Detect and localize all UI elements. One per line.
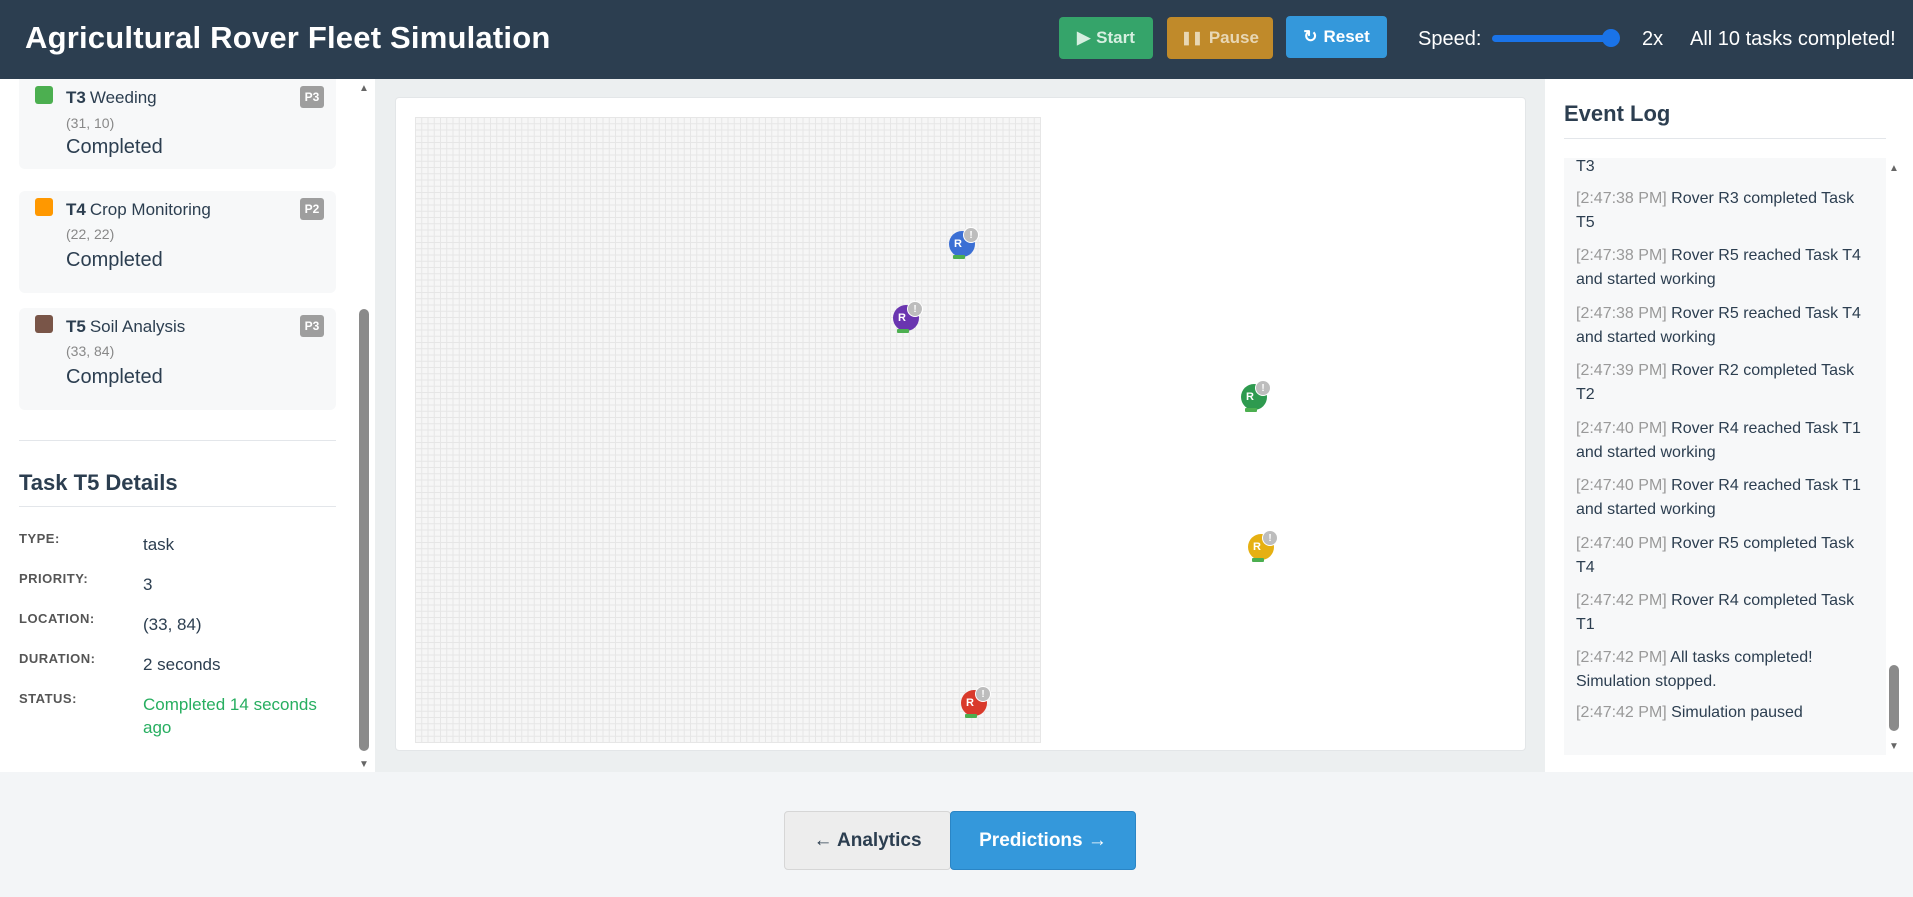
priority-badge: P3 <box>300 315 324 337</box>
event-log-title: Event Log <box>1564 101 1671 126</box>
detail-value-status: Completed 14 seconds ago <box>143 695 317 737</box>
speed-slider-track <box>1492 35 1616 42</box>
start-label: Start <box>1096 28 1135 47</box>
rover-marker[interactable]: R ! <box>893 301 923 333</box>
speed-label: Speed: <box>1418 28 1482 50</box>
task-color-swatch <box>35 315 53 333</box>
log-entry: [2:47:39 PM] Rover R2 completed Task T2 <box>1576 362 1855 403</box>
task-card-t5[interactable]: T5 Soil Analysis (33, 84) Completed P3 <box>19 308 336 410</box>
task-title: T5 Soil Analysis <box>66 317 186 336</box>
event-log-divider <box>1564 138 1886 139</box>
scroll-thumb[interactable] <box>359 309 369 751</box>
log-entry: [2:47:38 PM] Rover R3 completed Task T5 <box>1576 190 1855 231</box>
task-coords: (31, 10) <box>66 115 115 131</box>
pause-icon: ❚❚ <box>1181 30 1203 45</box>
scroll-up-icon[interactable]: ▲ <box>357 83 371 95</box>
event-log-panel: Event Log T3 [2:47:38 PM] Rover R3 compl… <box>1545 79 1913 772</box>
scroll-down-icon[interactable]: ▼ <box>357 759 371 771</box>
detail-value-priority: 3 <box>143 575 153 594</box>
simulation-status: All 10 tasks completed! <box>1690 28 1896 50</box>
pause-label: Pause <box>1208 28 1259 47</box>
detail-label-priority: PRIORITY: <box>19 571 89 586</box>
detail-value-type: task <box>143 535 175 554</box>
section-divider <box>19 440 336 441</box>
field-map: R ! R ! R ! R ! R ! <box>395 97 1526 751</box>
app-title: Agricultural Rover Fleet Simulation <box>25 20 551 55</box>
analytics-nav-button[interactable]: ← Analytics <box>784 811 951 870</box>
detail-label-status: STATUS: <box>19 691 77 706</box>
task-status: Completed <box>66 249 163 271</box>
speed-value: 2x <box>1642 28 1664 50</box>
rover-alert-badge: ! <box>907 301 923 317</box>
task-status: Completed <box>66 366 163 388</box>
log-entry: [2:47:38 PM] Rover R5 reached Task T4 an… <box>1576 247 1861 288</box>
map-panel: R ! R ! R ! R ! R ! <box>375 79 1545 772</box>
rover-marker[interactable]: R ! <box>1248 530 1278 562</box>
event-log-list[interactable]: T3 [2:47:38 PM] Rover R3 completed Task … <box>1564 158 1886 755</box>
rover-alert-badge: ! <box>1262 530 1278 546</box>
detail-label-type: TYPE: <box>19 531 60 546</box>
task-card-t4[interactable]: T4 Crop Monitoring (22, 22) Completed P2 <box>19 191 336 293</box>
log-entry: T3 <box>1576 158 1595 175</box>
task-card-t3[interactable]: T3 Weeding (31, 10) Completed P3 <box>19 79 336 169</box>
predictions-nav-button[interactable]: Predictions → <box>950 811 1136 870</box>
task-coords: (22, 22) <box>66 226 115 242</box>
rover-marker[interactable]: R ! <box>961 686 991 718</box>
rover-battery-bar <box>897 329 909 333</box>
scroll-down-icon[interactable]: ▼ <box>1887 741 1901 753</box>
field-grid[interactable] <box>415 117 1041 743</box>
task-status: Completed <box>66 136 163 158</box>
log-entry: [2:47:40 PM] Rover R4 reached Task T1 an… <box>1576 477 1861 518</box>
play-icon: ▶ <box>1077 28 1091 47</box>
reset-icon: ↻ <box>1303 27 1318 46</box>
task-title: T4 Crop Monitoring <box>66 200 211 219</box>
sidebar-scrollbar[interactable]: ▲ ▼ <box>357 83 371 770</box>
start-button[interactable]: ▶ Start <box>1059 17 1153 59</box>
task-coords: (33, 84) <box>66 343 115 359</box>
rover-battery-bar <box>965 714 977 718</box>
rover-alert-badge: ! <box>975 686 991 702</box>
rover-alert-badge: ! <box>1255 380 1271 396</box>
task-sidebar: T3 Weeding (31, 10) Completed P3 T4 Crop M… <box>0 79 375 772</box>
log-entry: [2:47:38 PM] Rover R5 reached Task T4 an… <box>1576 305 1861 346</box>
detail-value-duration: 2 seconds <box>143 655 221 674</box>
task-color-swatch <box>35 86 53 104</box>
log-entry: [2:47:40 PM] Rover R5 completed Task T4 <box>1576 535 1855 576</box>
speed-slider[interactable] <box>1492 29 1620 47</box>
rover-marker[interactable]: R ! <box>949 227 979 259</box>
rover-marker[interactable]: R ! <box>1241 380 1271 412</box>
reset-label: Reset <box>1323 27 1370 46</box>
detail-label-location: LOCATION: <box>19 611 95 626</box>
details-title: Task T5 Details <box>19 470 178 495</box>
speed-slider-thumb[interactable] <box>1602 29 1620 47</box>
rover-battery-bar <box>953 255 965 259</box>
detail-label-duration: DURATION: <box>19 651 96 666</box>
log-entry: [2:47:42 PM] All tasks completed! Simula… <box>1576 649 1813 690</box>
rover-alert-badge: ! <box>963 227 979 243</box>
scroll-thumb[interactable] <box>1889 665 1899 731</box>
pause-button[interactable]: ❚❚ Pause <box>1167 17 1273 59</box>
rover-battery-bar <box>1245 408 1257 412</box>
scroll-up-icon[interactable]: ▲ <box>1887 163 1901 175</box>
reset-button[interactable]: ↻ Reset <box>1286 16 1387 58</box>
log-entry: [2:47:40 PM] Rover R4 reached Task T1 an… <box>1576 420 1861 461</box>
task-color-swatch <box>35 198 53 216</box>
rover-battery-bar <box>1252 558 1264 562</box>
priority-badge: P3 <box>300 86 324 108</box>
log-entry: [2:47:42 PM] Simulation paused <box>1576 704 1803 721</box>
priority-badge: P2 <box>300 198 324 220</box>
details-divider <box>19 506 336 507</box>
detail-value-location: (33, 84) <box>143 615 202 634</box>
event-log-scrollbar[interactable]: ▲ ▼ <box>1887 163 1901 755</box>
log-entry: [2:47:42 PM] Rover R4 completed Task T1 <box>1576 592 1855 633</box>
task-title: T3 Weeding <box>66 88 157 107</box>
app-header: Agricultural Rover Fleet Simulation ▶ St… <box>0 0 1913 79</box>
